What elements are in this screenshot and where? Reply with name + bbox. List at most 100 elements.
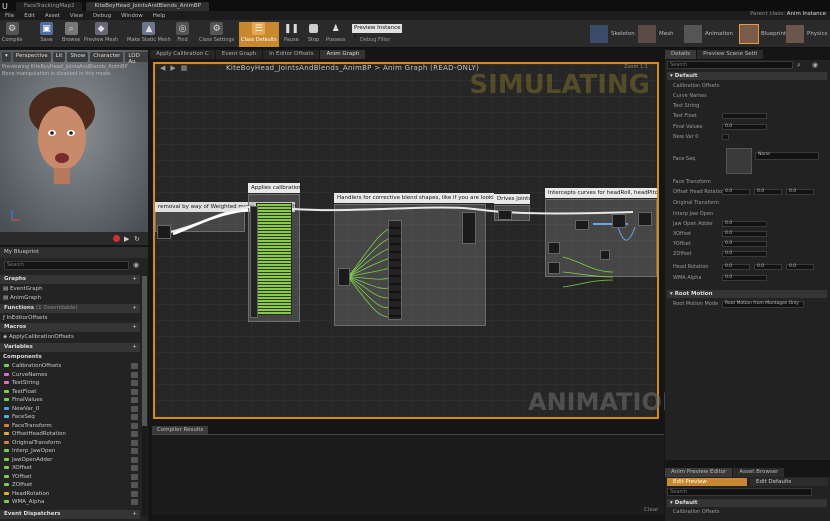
loop-icon[interactable]: ↻ (134, 235, 140, 243)
details-row-value[interactable]: 0.0 (722, 241, 767, 247)
variable-item[interactable]: Interp_JawOpen (4, 447, 55, 455)
graph-node-output-pose[interactable] (638, 212, 652, 226)
preview-mesh-button[interactable]: ◆ Preview Mesh (84, 22, 118, 47)
variable-visibility-icon[interactable] (131, 465, 138, 471)
components-category[interactable]: Components (3, 353, 42, 361)
parent-class-value[interactable]: Anim Instance (787, 11, 826, 17)
edit-defaults-button[interactable]: Edit Defaults (750, 478, 828, 486)
menu-help[interactable]: Help (148, 13, 171, 19)
add-macro-icon[interactable]: + (132, 323, 137, 332)
variable-visibility-icon[interactable] (131, 490, 138, 497)
details-row-value[interactable]: 0.0 (722, 275, 767, 281)
lod-button[interactable]: LOD Au (125, 52, 148, 65)
mode-physics[interactable]: Physics (786, 24, 827, 44)
event-dispatchers-section-header[interactable]: Event Dispatchers + (0, 510, 140, 519)
function-item-ineditoroffsets[interactable]: ƒ InEditorOffsets (3, 314, 47, 322)
show-button[interactable]: Show (67, 52, 89, 62)
menu-file[interactable]: File (0, 13, 19, 19)
add-graph-icon[interactable]: + (132, 275, 137, 284)
document-tab-facetrackingmap[interactable]: FaceTrackingMap2 (16, 2, 83, 11)
tab-anim-preview-editor[interactable]: Anim Preview Editor (665, 468, 733, 477)
tab-asset-browser[interactable]: Asset Browser (733, 468, 785, 477)
variable-item[interactable]: FaceSeq (4, 413, 35, 421)
variable-visibility-icon[interactable] (131, 388, 138, 395)
graph-node-input-pose[interactable] (157, 225, 171, 239)
variable-item[interactable]: TestFloat (4, 388, 36, 396)
variable-visibility-icon[interactable] (131, 473, 138, 480)
details-vector-component[interactable]: 0.0 (786, 189, 814, 195)
tab-anim-graph[interactable]: Anim Graph (320, 50, 366, 59)
graph-node-calibration-pins[interactable] (250, 206, 258, 318)
add-dispatcher-icon[interactable]: + (132, 510, 137, 519)
variable-item[interactable]: YOffset (4, 473, 32, 481)
preview-default-header[interactable]: ▾ Default (667, 499, 827, 507)
character-button[interactable]: Character (90, 52, 124, 62)
graph-node-blendshape-output[interactable] (462, 212, 476, 244)
browse-button[interactable]: ⌕ Browse (62, 22, 80, 47)
menu-window[interactable]: Window (116, 13, 148, 19)
variable-item[interactable]: NewVar_0 (4, 405, 39, 413)
graph-node-blendshape-handlers[interactable] (388, 220, 402, 320)
root-motion-mode-dropdown[interactable]: Root Motion from Montages Only (722, 301, 804, 308)
graph-node-head-curves-a[interactable] (548, 242, 560, 254)
variables-section-header[interactable]: Variables + (0, 343, 140, 352)
add-variable-icon[interactable]: + (132, 343, 137, 352)
tab-in-editor-offsets[interactable]: In Editor Offsets (263, 50, 320, 59)
menu-edit[interactable]: Edit (19, 13, 40, 19)
macros-section-header[interactable]: Macros + (0, 323, 140, 332)
variable-visibility-icon[interactable] (131, 371, 138, 378)
variable-item[interactable]: CalibrationOffsets (4, 362, 61, 370)
graph-node-head-curves-e[interactable] (600, 250, 610, 260)
variable-item[interactable]: XOffset (4, 464, 32, 472)
root-motion-header[interactable]: ▾ Root Motion (667, 290, 827, 298)
lit-button[interactable]: Lit (52, 52, 66, 62)
add-function-icon[interactable]: + (132, 304, 137, 313)
compile-button[interactable]: ⚙ Compile (2, 22, 22, 47)
graph-node-head-curves-c[interactable] (575, 220, 589, 230)
details-row-value[interactable]: 0.0 (722, 231, 767, 237)
face-seq-thumbnail[interactable] (726, 148, 752, 174)
functions-section-header[interactable]: Functions (1 Overridable) + (0, 304, 140, 313)
graphs-section-header[interactable]: Graphs + (0, 275, 140, 284)
viewport-menu-icon[interactable]: ▾ (2, 52, 11, 62)
tab-event-graph[interactable]: Event Graph (215, 50, 263, 59)
play-icon[interactable]: ▶ (124, 235, 129, 243)
tab-details[interactable]: Details (665, 50, 697, 59)
view-options-eye-icon[interactable]: ◉ (133, 261, 139, 269)
variable-item[interactable]: TestString (4, 379, 39, 387)
perspective-button[interactable]: Perspective (12, 52, 51, 62)
debug-instance-dropdown[interactable]: Preview Instance ▾ (352, 24, 402, 40)
details-vector-component[interactable]: 0.0 (754, 264, 782, 270)
graph-node-head-curves-b[interactable] (548, 262, 560, 274)
variable-visibility-icon[interactable] (131, 422, 138, 429)
tab-preview-scene-settings[interactable]: Preview Scene Setti (697, 50, 764, 59)
variable-item[interactable]: ZOffset (4, 481, 32, 489)
variable-item[interactable]: OffsetHeadRotation (4, 430, 66, 438)
macro-item-applycalibrationoffsets[interactable]: ◈ ApplyCalibrationOffsets (3, 333, 74, 341)
tab-apply-calibration[interactable]: Apply Calibration C (150, 50, 215, 59)
variable-visibility-icon[interactable] (131, 482, 138, 488)
record-icon[interactable] (113, 235, 120, 242)
graph-item-eventgraph[interactable]: ▤ EventGraph (3, 285, 43, 293)
details-row-value[interactable]: 0.0 (722, 251, 767, 257)
variable-item[interactable]: JawOpenAdder (4, 456, 52, 464)
my-blueprint-search-input[interactable]: Search (4, 261, 129, 270)
variable-item[interactable]: FinalValues (4, 396, 43, 404)
face-seq-dropdown[interactable]: None (755, 152, 819, 160)
variable-item[interactable]: FaceTransform (4, 422, 52, 430)
variable-visibility-icon[interactable] (131, 363, 138, 369)
variable-visibility-icon[interactable] (131, 397, 138, 403)
variable-visibility-icon[interactable] (131, 439, 138, 446)
possess-button[interactable]: ♟ Possess (326, 22, 345, 47)
menu-view[interactable]: View (65, 13, 88, 19)
menu-asset[interactable]: Asset (40, 13, 65, 19)
compiler-results-tab[interactable]: Compiler Results (152, 426, 209, 434)
variable-item[interactable]: WMA_Alpha (4, 498, 44, 506)
mode-blueprint[interactable]: Blueprint (739, 24, 786, 44)
make-static-mesh-button[interactable]: ▲ Make Static Mesh (127, 22, 171, 47)
details-default-header[interactable]: ▾ Default (667, 72, 827, 80)
clear-button[interactable]: Clear (644, 507, 658, 513)
details-vector-component[interactable]: 0.0 (722, 189, 750, 195)
edit-preview-button[interactable]: Edit Preview (667, 478, 747, 486)
graph-node-calibration-stack[interactable] (256, 203, 292, 315)
